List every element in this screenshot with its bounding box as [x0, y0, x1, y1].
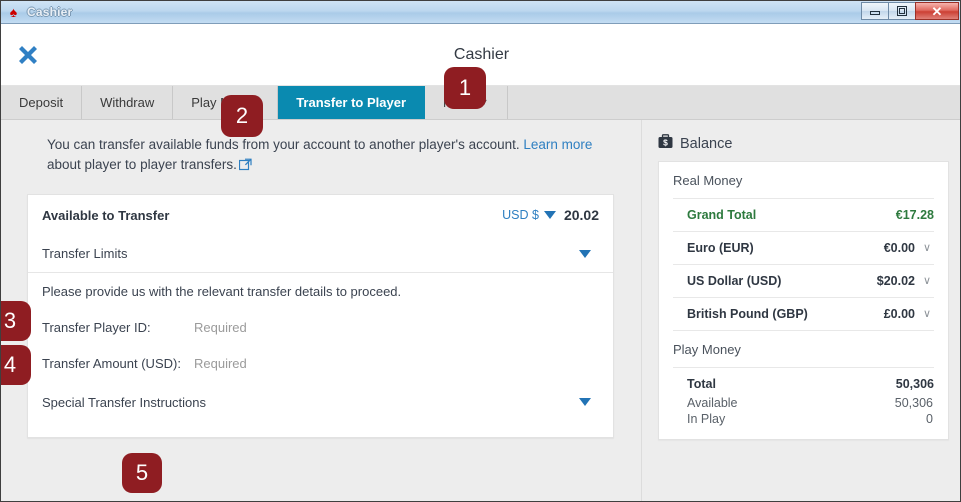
balance-subrow-value: 50,306	[894, 396, 933, 410]
chevron-down-icon[interactable]: ∨	[923, 242, 934, 254]
tab-label: Transfer to Player	[296, 95, 407, 110]
balance-card: Real Money Grand Total €17.28 Euro (EUR)…	[658, 161, 949, 440]
balance-row-name: British Pound (GBP)	[687, 307, 808, 321]
tab-bar-filler	[507, 86, 960, 119]
transfer-player-id-input[interactable]: Required	[194, 320, 247, 335]
minimize-button[interactable]	[861, 2, 889, 20]
available-to-transfer-label: Available to Transfer	[42, 207, 170, 223]
balance-row-name: Total	[687, 377, 716, 391]
special-transfer-instructions-row[interactable]: Special Transfer Instructions	[28, 381, 613, 423]
transfer-player-id-row: Transfer Player ID: Required	[28, 309, 613, 345]
annotation-badge-5: 5	[122, 453, 162, 493]
balance-row-name: Euro (EUR)	[687, 241, 754, 255]
page-title: Cashier	[453, 45, 510, 63]
balance-pane: $ Balance Real Money Grand Total €17.28 …	[642, 120, 960, 501]
chevron-down-icon[interactable]: ∨	[923, 275, 934, 287]
balance-row-grand-total: Grand Total €17.28	[673, 198, 934, 231]
balance-row-name: US Dollar (USD)	[687, 274, 782, 288]
tab-label: Withdraw	[100, 95, 155, 110]
currency-dropdown-caret-icon[interactable]	[543, 211, 556, 219]
annotation-badge-3: 3	[1, 301, 31, 341]
balance-card-bottom-padding	[673, 427, 934, 439]
svg-text:$: $	[663, 138, 668, 148]
transfer-limits-expand-icon[interactable]	[579, 249, 591, 258]
balance-heading-label: Balance	[680, 135, 733, 152]
window-title: Cashier	[27, 5, 73, 19]
transfer-description: You can transfer available funds from yo…	[47, 135, 611, 176]
balance-row-name: Grand Total	[687, 208, 757, 222]
tab-withdraw[interactable]: Withdraw	[82, 86, 174, 119]
balance-row-euro[interactable]: Euro (EUR) €0.00 ∨	[673, 231, 934, 264]
transfer-amount-label: Transfer Amount (USD):	[42, 355, 181, 371]
spade-logo-icon: ♠	[9, 4, 18, 20]
balance-subrow-in-play: In Play 0	[673, 411, 934, 427]
tab-deposit[interactable]: Deposit	[1, 86, 83, 119]
transfer-pane: You can transfer available funds from yo…	[1, 120, 642, 501]
balance-row-value: £0.00	[883, 307, 915, 321]
balance-row-play-total: Total 50,306	[673, 367, 934, 395]
transfer-instruction-text: Please provide us with the relevant tran…	[28, 273, 613, 309]
available-to-transfer-row: Available to Transfer USD $ 20.02	[28, 195, 613, 235]
instruction-label: Please provide us with the relevant tran…	[42, 283, 402, 299]
learn-more-link[interactable]: Learn more	[523, 137, 592, 152]
balance-row-us-dollar[interactable]: US Dollar (USD) $20.02 ∨	[673, 264, 934, 297]
window-controls: ✕	[861, 2, 959, 20]
close-x-icon[interactable]	[13, 40, 43, 70]
description-text-before: You can transfer available funds from yo…	[47, 137, 524, 152]
currency-selector-label[interactable]: USD $	[502, 208, 539, 222]
transfer-amount-row: Transfer Amount (USD): Required	[28, 345, 613, 381]
balance-subrow-value: 0	[926, 412, 933, 426]
chevron-down-icon[interactable]: ∨	[923, 308, 934, 320]
transfer-limits-row[interactable]: Transfer Limits	[28, 235, 613, 273]
balance-row-value: €0.00	[883, 241, 915, 255]
description-text-after: about player to player transfers.	[47, 156, 237, 172]
special-instructions-expand-icon[interactable]	[579, 398, 591, 406]
special-transfer-instructions-label: Special Transfer Instructions	[42, 394, 207, 410]
external-link-icon[interactable]	[238, 157, 252, 177]
available-amount-value: 20.02	[563, 207, 599, 223]
play-money-section-label: Play Money	[673, 330, 934, 367]
balance-heading: $ Balance	[658, 134, 949, 153]
annotation-badge-2: 2	[221, 95, 263, 137]
real-money-section-label: Real Money	[673, 173, 743, 188]
balance-subrow-name: Available	[687, 396, 738, 410]
transfer-amount-input[interactable]: Required	[194, 356, 247, 371]
balance-row-value: $20.02	[876, 274, 915, 288]
card-bottom-padding	[28, 423, 613, 437]
transfer-player-id-label: Transfer Player ID:	[42, 319, 151, 335]
window-titlebar: ♠ Cashier ✕	[1, 1, 960, 24]
maximize-button[interactable]	[888, 2, 916, 20]
annotation-badge-1: 1	[444, 67, 486, 109]
close-icon: ✕	[931, 3, 943, 19]
content-area: You can transfer available funds from yo…	[1, 120, 960, 501]
balance-row-value: 50,306	[895, 377, 934, 391]
money-bag-icon: $	[658, 134, 673, 153]
transfer-form-card: Available to Transfer USD $ 20.02 Transf…	[27, 194, 614, 438]
cashier-window: ♠ Cashier ✕ Cashier Deposit Withdraw Pla…	[0, 0, 961, 502]
balance-subrow-name: In Play	[687, 412, 726, 426]
balance-subrow-available: Available 50,306	[673, 395, 934, 411]
tab-transfer-to-player[interactable]: Transfer to Player	[278, 86, 426, 119]
transfer-limits-label: Transfer Limits	[42, 246, 128, 261]
balance-row-value: €17.28	[895, 208, 934, 222]
tab-label: Deposit	[19, 95, 64, 110]
balance-row-british-pound[interactable]: British Pound (GBP) £0.00 ∨	[673, 297, 934, 330]
annotation-badge-4: 4	[1, 345, 31, 385]
close-window-button[interactable]: ✕	[915, 2, 959, 20]
